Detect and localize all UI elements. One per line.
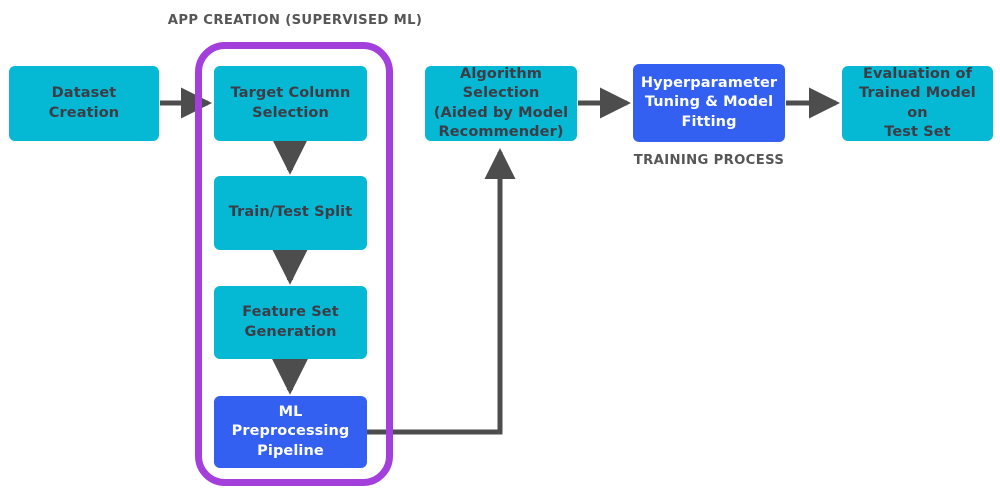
node-target-column-selection[interactable]: Target Column Selection bbox=[214, 66, 367, 141]
node-hyperparameter-tuning[interactable]: Hyperparameter Tuning & Model Fitting bbox=[633, 64, 785, 142]
node-dataset-creation[interactable]: Dataset Creation bbox=[9, 66, 159, 141]
node-feature-set-generation[interactable]: Feature Set Generation bbox=[214, 286, 367, 359]
flowchart-diagram: APP CREATION (SUPERVISED ML) TRAINING PR… bbox=[0, 0, 1000, 500]
app-creation-group-label: APP CREATION (SUPERVISED ML) bbox=[167, 13, 423, 28]
node-ml-preprocessing-pipeline[interactable]: ML Preprocessing Pipeline bbox=[214, 396, 367, 468]
node-algorithm-selection[interactable]: Algorithm Selection (Aided by Model Reco… bbox=[425, 66, 577, 141]
node-evaluation-trained-model[interactable]: Evaluation of Trained Model on Test Set bbox=[842, 66, 993, 141]
training-process-group-label: TRAINING PROCESS bbox=[633, 153, 785, 168]
node-train-test-split[interactable]: Train/Test Split bbox=[214, 176, 367, 250]
